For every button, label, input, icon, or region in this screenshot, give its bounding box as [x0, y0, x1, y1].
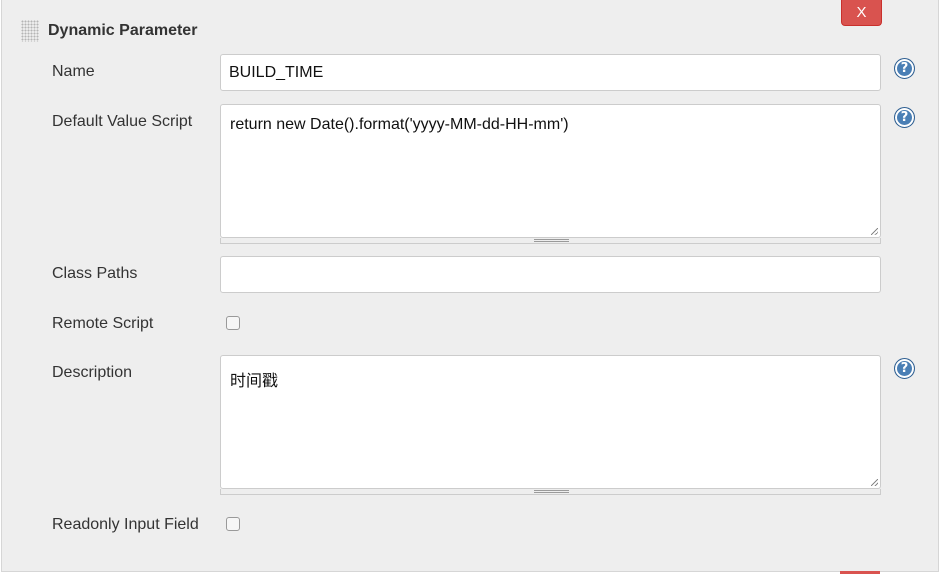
section-title: Dynamic Parameter	[48, 22, 198, 39]
default-value-script-label: Default Value Script	[52, 113, 193, 130]
resize-corner-icon[interactable]	[871, 228, 878, 235]
dynamic-parameter-panel: Dynamic Parameter X Name ? Default Value…	[1, 0, 939, 572]
class-paths-label: Class Paths	[52, 265, 138, 282]
default-value-script-help-icon[interactable]: ?	[894, 107, 915, 128]
description-label: Description	[52, 364, 133, 381]
name-label: Name	[52, 63, 95, 80]
remote-script-checkbox[interactable]	[226, 316, 240, 330]
grip-lines-icon	[534, 490, 569, 493]
readonly-input-field-label: Readonly Input Field	[52, 516, 199, 533]
name-input[interactable]	[220, 54, 881, 91]
class-paths-input[interactable]	[220, 256, 881, 293]
grip-lines-icon	[534, 239, 569, 242]
name-help-icon[interactable]: ?	[894, 58, 915, 79]
resize-corner-icon[interactable]	[871, 479, 878, 486]
default-value-script-wrapper: return new Date().format('yyyy-MM-dd-HH-…	[220, 104, 881, 244]
delete-button[interactable]: X	[841, 0, 882, 26]
textarea-resize-grip[interactable]	[220, 489, 881, 495]
default-value-script-textarea[interactable]: return new Date().format('yyyy-MM-dd-HH-…	[220, 104, 881, 238]
textarea-resize-grip[interactable]	[220, 238, 881, 244]
drag-handle-icon[interactable]	[21, 20, 39, 42]
description-wrapper: 时间戳	[220, 355, 881, 495]
description-help-icon[interactable]: ?	[894, 358, 915, 379]
description-textarea[interactable]: 时间戳	[220, 355, 881, 489]
readonly-input-field-checkbox[interactable]	[226, 517, 240, 531]
remote-script-label: Remote Script	[52, 315, 154, 332]
